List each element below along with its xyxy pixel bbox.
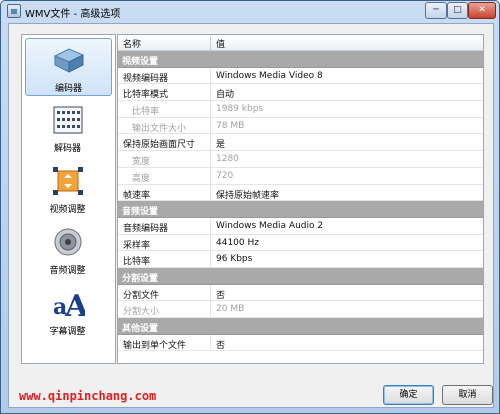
cell-divider xyxy=(210,184,211,201)
watermark-url: www.qinpinchang.com xyxy=(19,389,157,403)
title-bar[interactable]: WMV文件 - 高级选项 ─ □ ✕ xyxy=(1,1,499,22)
property-name: 输出到单个文件 xyxy=(123,340,187,351)
property-name: 采样率 xyxy=(123,240,151,251)
property-name: 视频编码器 xyxy=(123,73,169,84)
table-row[interactable]: 比特率 1989 kbps xyxy=(118,101,483,118)
property-name: 比特率 xyxy=(123,257,151,268)
dialog-body: 编码器 解码器 视频调整 音频调整 a A 字幕调整 名称 值 视频设置 视频编… xyxy=(8,23,494,408)
speaker-icon xyxy=(54,228,82,256)
table-row[interactable]: 比特率 96 Kbps xyxy=(118,251,483,268)
sidebar-item-label: 视频调整 xyxy=(49,205,86,215)
dialog-window: WMV文件 - 高级选项 ─ □ ✕ 编码器 解码器 视频调整 音频调整 a A… xyxy=(0,0,500,414)
property-name: 宽度 xyxy=(132,157,151,168)
sidebar-item-decoder[interactable]: 解码器 xyxy=(25,99,112,157)
cell-divider xyxy=(210,101,211,117)
video-adjust-icon xyxy=(53,167,83,195)
sidebar-item-audio-adjust[interactable]: 音频调整 xyxy=(25,221,112,279)
cell-divider xyxy=(210,217,211,234)
window-title: WMV文件 - 高级选项 xyxy=(25,9,121,20)
table-row[interactable]: 视频编码器 Windows Media Video 8 xyxy=(118,67,483,85)
decoder-icon xyxy=(53,106,83,134)
app-icon xyxy=(7,4,21,18)
section-title: 音频设置 xyxy=(122,207,159,218)
table-row[interactable]: 保持原始画面尺寸 是 xyxy=(118,134,483,152)
svg-text:A: A xyxy=(64,289,85,319)
property-value[interactable]: 96 Kbps xyxy=(216,254,252,264)
table-header: 名称 值 xyxy=(118,35,483,51)
cell-divider xyxy=(210,67,211,84)
section-header-row[interactable]: 视频设置 xyxy=(118,51,483,68)
cell-divider xyxy=(210,234,211,251)
minimize-button[interactable]: ─ xyxy=(425,2,447,19)
property-value[interactable]: 78 MB xyxy=(216,121,244,131)
section-title: 其他设置 xyxy=(122,324,159,334)
property-name: 音频编码器 xyxy=(123,223,169,234)
table-row[interactable]: 宽度 1280 xyxy=(118,151,483,168)
table-row[interactable]: 分割文件 否 xyxy=(118,284,483,302)
cell-divider xyxy=(210,251,211,267)
table-row[interactable]: 音频编码器 Windows Media Audio 2 xyxy=(118,217,483,235)
section-header-row[interactable]: 音频设置 xyxy=(118,201,483,218)
property-name: 帧速率 xyxy=(123,190,151,201)
property-name: 比特率 xyxy=(132,107,160,118)
section-title: 分割设置 xyxy=(122,273,159,284)
section-title: 视频设置 xyxy=(122,57,159,67)
property-value[interactable]: 720 xyxy=(216,171,233,181)
sidebar-item-label: 字幕调整 xyxy=(49,327,86,337)
column-header-value[interactable]: 值 xyxy=(216,37,225,50)
table-row[interactable]: 帧速率 保持原始帧速率 xyxy=(118,184,483,202)
maximize-button[interactable]: □ xyxy=(447,2,468,19)
cell-divider xyxy=(210,117,211,134)
cell-divider xyxy=(210,167,211,184)
cell-divider xyxy=(210,301,211,317)
property-value[interactable]: Windows Media Audio 2 xyxy=(216,221,323,231)
settings-table: 名称 值 视频设置视频编码器 Windows Media Video 8 比特率模式… xyxy=(117,34,484,364)
property-name: 高度 xyxy=(132,173,151,184)
sidebar-item-encoder[interactable]: 编码器 xyxy=(25,38,112,96)
table-row[interactable]: 高度 720 xyxy=(118,167,483,185)
table-row[interactable]: 输出文件大小 78 MB xyxy=(118,117,483,135)
sidebar-item-label: 音频调整 xyxy=(49,266,86,276)
cell-divider xyxy=(210,84,211,101)
table-row[interactable]: 输出到单个文件 否 xyxy=(118,334,483,352)
encoder-icon xyxy=(53,48,85,73)
property-value[interactable]: 否 xyxy=(216,288,225,301)
table-row[interactable]: 采样率 44100 Hz xyxy=(118,234,483,252)
property-value[interactable]: 1280 xyxy=(216,154,239,164)
property-value[interactable]: 20 MB xyxy=(216,304,244,314)
property-value[interactable]: 1989 kbps xyxy=(216,104,263,114)
sidebar-item-video-adjust[interactable]: 视频调整 xyxy=(25,160,112,218)
property-value[interactable]: 是 xyxy=(216,137,225,150)
property-name: 分割大小 xyxy=(123,307,160,318)
close-button[interactable]: ✕ xyxy=(468,2,496,19)
cancel-button[interactable]: 取消 xyxy=(442,385,493,405)
property-value[interactable]: 否 xyxy=(216,338,225,351)
cell-divider xyxy=(210,151,211,167)
sidebar-item-label: 解码器 xyxy=(53,144,81,154)
table-body: 视频设置 视频编码器 Windows Media Video 8 比特率模式 自动 比特率… xyxy=(118,51,483,352)
property-value[interactable]: 保持原始帧速率 xyxy=(216,188,279,201)
section-header-row[interactable]: 分割设置 xyxy=(118,267,483,285)
subtitle-icon: a A xyxy=(53,289,85,319)
property-value[interactable]: 自动 xyxy=(216,87,234,100)
column-divider[interactable] xyxy=(210,36,211,50)
property-name: 比特率模式 xyxy=(123,90,169,101)
property-value[interactable]: Windows Media Video 8 xyxy=(216,71,323,81)
table-row[interactable]: 比特率模式 自动 xyxy=(118,84,483,102)
section-header-row[interactable]: 其他设置 xyxy=(118,318,483,335)
property-name: 输出文件大小 xyxy=(132,123,187,134)
property-value[interactable]: 44100 Hz xyxy=(216,238,259,248)
cell-divider xyxy=(210,134,211,151)
sidebar-item-label: 编码器 xyxy=(54,84,82,94)
cell-divider xyxy=(210,284,211,301)
table-row[interactable]: 分割大小 20 MB xyxy=(118,301,483,318)
property-name: 分割文件 xyxy=(123,290,160,301)
category-sidebar: 编码器 解码器 视频调整 音频调整 a A 字幕调整 xyxy=(21,34,116,364)
ok-button[interactable]: 确定 xyxy=(383,385,434,405)
sidebar-item-subtitle-adjust[interactable]: a A 字幕调整 xyxy=(25,282,112,340)
property-name: 保持原始画面尺寸 xyxy=(123,140,196,151)
column-header-name[interactable]: 名称 xyxy=(123,37,141,50)
cell-divider xyxy=(210,334,211,351)
